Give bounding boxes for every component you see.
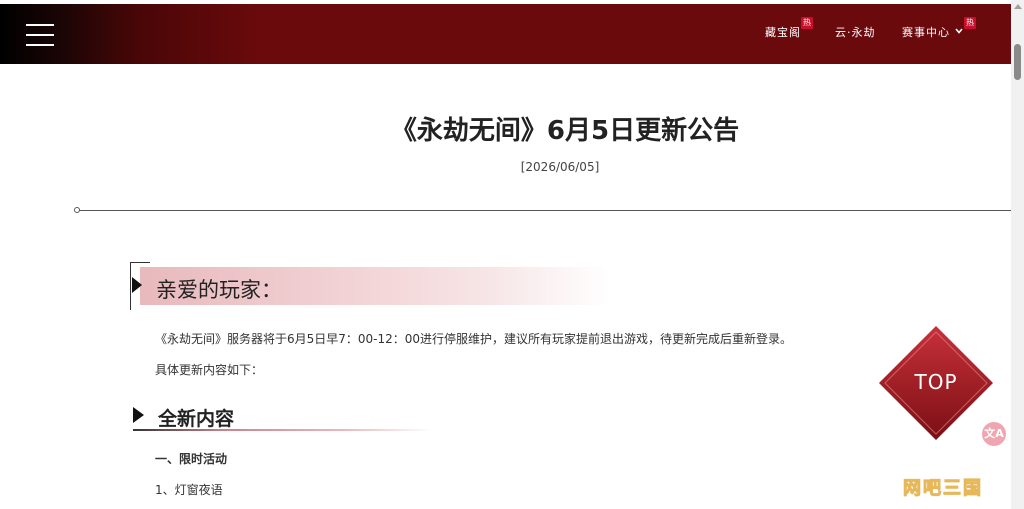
subsection-heading: 一、限时活动 — [155, 452, 228, 466]
chevron-down-icon[interactable] — [955, 27, 963, 35]
hot-badge: 热 — [801, 17, 813, 29]
divider — [78, 210, 1011, 211]
nav-item-events[interactable]: 赛事中心 — [902, 24, 950, 40]
arrow-right-icon — [132, 277, 142, 293]
menu-icon[interactable] — [26, 22, 54, 48]
scrollbar-thumb[interactable] — [1014, 44, 1021, 80]
translate-icon[interactable]: 文A — [982, 422, 1006, 446]
scroll-up-icon[interactable] — [1014, 4, 1022, 9]
watermark-logo: 网吧三国 — [903, 478, 983, 500]
paragraph-maintenance: 《永劫无间》服务器将于6月5日早7：00-12：00进行停服维护，建议所有玩家提… — [155, 332, 793, 346]
section-heading: 全新内容 — [158, 408, 235, 430]
page-title: 《永劫无间》6月5日更新公告 — [390, 116, 740, 146]
nav-item-cloud[interactable]: 云·永劫 — [835, 24, 876, 40]
back-to-top-button[interactable] — [877, 324, 995, 442]
section-underline — [133, 429, 433, 431]
paragraph-intro: 具体更新内容如下： — [155, 363, 264, 377]
nav-item-vault[interactable]: 藏宝阁 — [765, 24, 801, 40]
divider-dot — [74, 207, 80, 213]
list-item: 1、灯窗夜语 — [155, 483, 223, 497]
publish-date: [2026/06/05] — [520, 160, 600, 174]
greeting-heading: 亲爱的玩家： — [156, 278, 282, 302]
arrow-right-icon — [133, 407, 144, 423]
hot-badge: 热 — [964, 17, 976, 29]
